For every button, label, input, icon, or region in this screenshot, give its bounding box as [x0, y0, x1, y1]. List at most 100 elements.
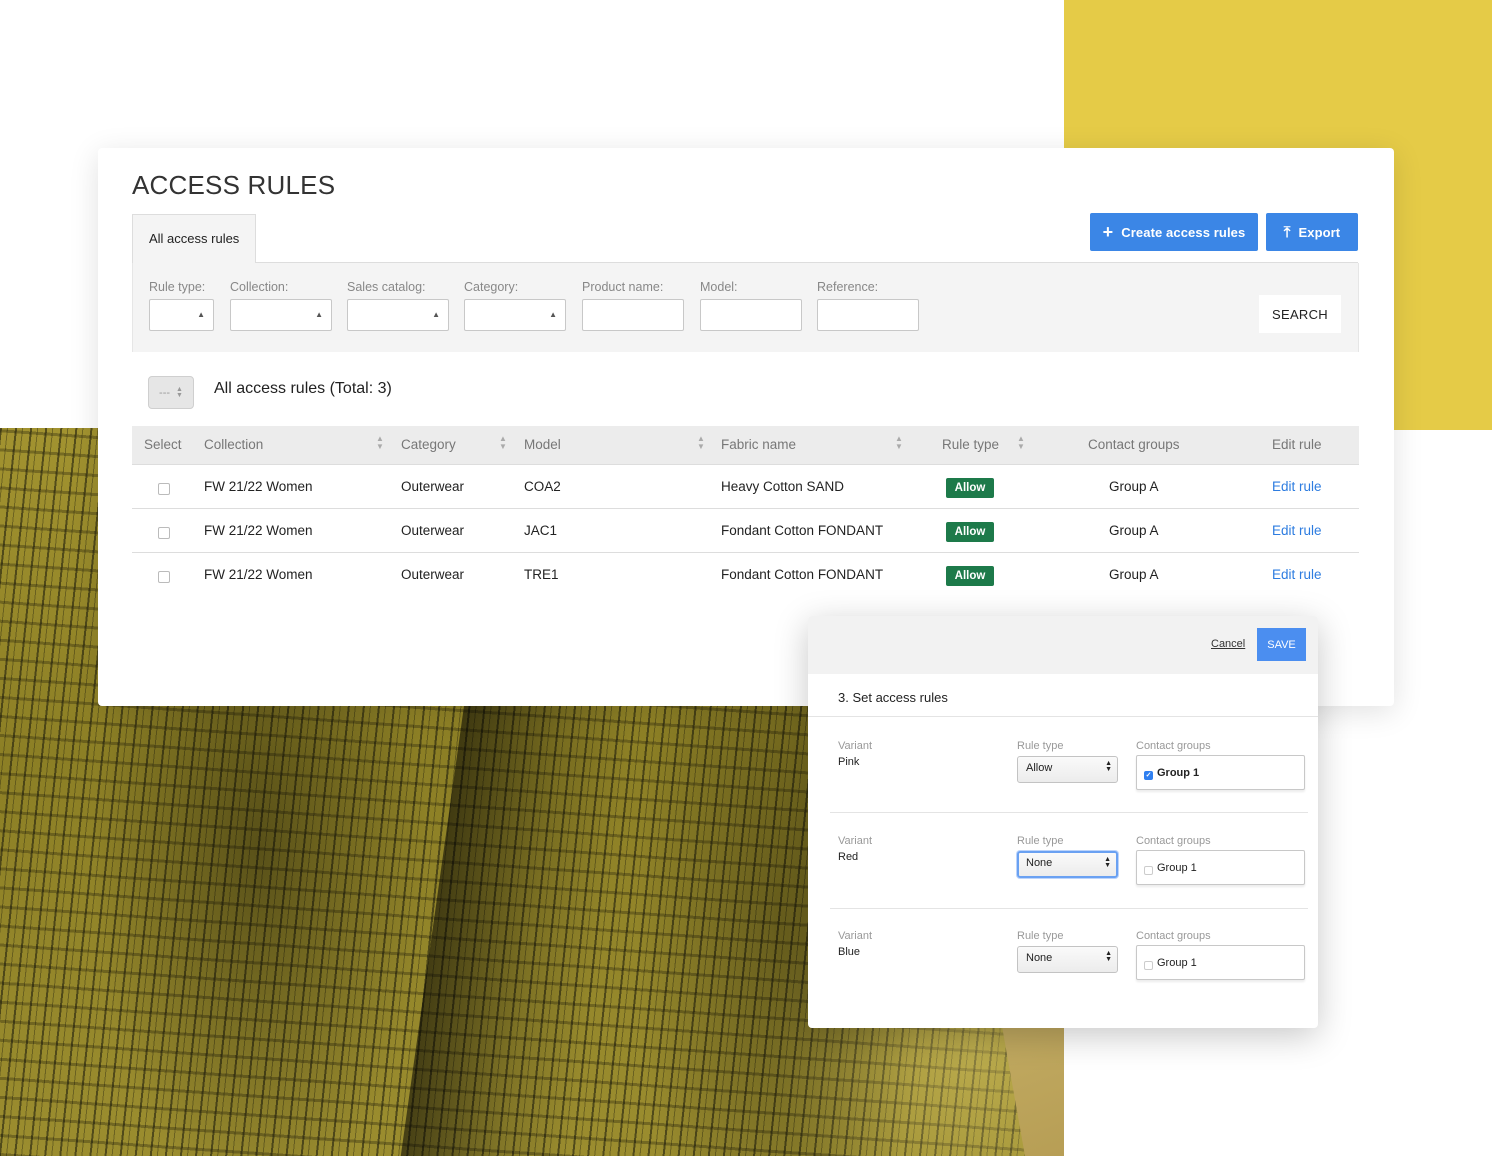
cell-contact-group: Group A [1109, 567, 1159, 582]
create-access-rules-button[interactable]: + Create access rules [1090, 213, 1258, 251]
collection-select[interactable]: ▲ [230, 299, 332, 331]
variant-value: Pink [838, 756, 860, 768]
reference-input[interactable] [817, 299, 919, 331]
sort-icon[interactable]: ▲ ▼ [1017, 435, 1025, 451]
caret-up-icon: ▲ [315, 310, 323, 319]
group-checkbox[interactable] [1144, 866, 1153, 875]
header-model[interactable]: Model [524, 437, 561, 452]
search-button[interactable]: SEARCH [1259, 295, 1341, 333]
variant-row: Variant Red Rule type Contact groups Non… [808, 817, 1318, 912]
cell-category: Outerwear [401, 479, 465, 494]
product-name-input[interactable] [582, 299, 684, 331]
sort-icon: ▲ ▼ [1104, 856, 1111, 869]
rule-type-dropdown[interactable]: Allow ▲ ▼ [1017, 756, 1118, 783]
modal-header: Cancel SAVE [808, 616, 1318, 674]
cell-model: JAC1 [524, 523, 558, 538]
table-header: Select Collection ▲ ▼ Category ▲ ▼ Model ▲… [132, 426, 1359, 465]
cell-category: Outerwear [401, 567, 465, 582]
tab-all-access-rules[interactable]: All access rules [132, 214, 256, 264]
sort-icon: ▲ ▼ [1105, 950, 1112, 963]
header-contact-groups: Contact groups [1088, 437, 1180, 452]
export-button-label: Export [1298, 224, 1341, 240]
cell-collection: FW 21/22 Women [204, 479, 313, 494]
create-button-label: Create access rules [1121, 224, 1246, 240]
filter-reference-label: Reference: [817, 280, 879, 294]
filter-rule-type-label: Rule type: [149, 280, 206, 294]
row-checkbox[interactable] [158, 571, 170, 583]
rule-type-label: Rule type [1017, 835, 1064, 847]
table-row: FW 21/22 Women Outerwear COA2 Heavy Cott… [132, 465, 1359, 509]
rule-type-dropdown[interactable]: None ▲ ▼ [1017, 946, 1118, 973]
cancel-link[interactable]: Cancel [1211, 638, 1245, 650]
bulk-select-value: --- [159, 386, 171, 399]
header-category[interactable]: Category [401, 437, 456, 452]
header-select: Select [144, 437, 182, 452]
plus-icon: + [1102, 222, 1114, 242]
edit-rule-link[interactable]: Edit rule [1272, 479, 1322, 494]
contact-groups-box[interactable]: ✓ Group 1 [1136, 755, 1305, 790]
filter-model-label: Model: [700, 280, 738, 294]
bulk-action-select[interactable]: --- ▲ ▼ [148, 376, 194, 409]
variant-label: Variant [838, 930, 873, 942]
sort-icon[interactable]: ▲ ▼ [895, 435, 903, 451]
filter-bar: Rule type: ▲ Collection: ▲ Sales catalog… [132, 263, 1359, 352]
contact-groups-box[interactable]: Group 1 [1136, 945, 1305, 980]
contact-groups-box[interactable]: Group 1 [1136, 850, 1305, 885]
variant-label: Variant [838, 740, 873, 752]
rule-type-select[interactable]: ▲ [149, 299, 214, 331]
caret-up-icon: ▲ [197, 310, 205, 319]
group-checkbox[interactable] [1144, 961, 1153, 970]
variant-row: Variant Blue Rule type Contact groups No… [808, 912, 1318, 1007]
header-rule-type[interactable]: Rule type [942, 437, 999, 452]
rule-type-value: None [1026, 952, 1053, 964]
group-label: Group 1 [1157, 957, 1197, 969]
category-select[interactable]: ▲ [464, 299, 566, 331]
sort-icon[interactable]: ▲ ▼ [376, 435, 384, 451]
sales-catalog-select[interactable]: ▲ [347, 299, 449, 331]
cell-fabric-name: Fondant Cotton FONDANT [721, 567, 884, 582]
cell-category: Outerwear [401, 523, 465, 538]
filter-rule-type: Rule type: ▲ [149, 280, 214, 331]
rule-type-label: Rule type [1017, 740, 1064, 752]
header-collection[interactable]: Collection [204, 437, 263, 452]
contact-groups-label: Contact groups [1136, 835, 1211, 847]
variant-label: Variant [838, 835, 873, 847]
edit-rule-link[interactable]: Edit rule [1272, 567, 1322, 582]
sort-icon: ▲ ▼ [176, 385, 183, 399]
export-icon: ⤒ [1283, 223, 1291, 241]
group-checkbox[interactable]: ✓ [1144, 771, 1153, 780]
filter-category: Category: ▲ [464, 280, 566, 331]
rule-type-dropdown[interactable]: None ▲ ▼ [1017, 851, 1118, 878]
sort-icon[interactable]: ▲ ▼ [697, 435, 705, 451]
row-checkbox[interactable] [158, 527, 170, 539]
contact-groups-label: Contact groups [1136, 930, 1211, 942]
sort-icon: ▲ ▼ [1105, 760, 1112, 773]
export-button[interactable]: ⤒ Export [1266, 213, 1358, 251]
fabric-fold-shadow [393, 688, 637, 1156]
modal-divider [808, 716, 1318, 717]
modal-divider [830, 908, 1308, 909]
cell-contact-group: Group A [1109, 479, 1159, 494]
edit-rule-link[interactable]: Edit rule [1272, 523, 1322, 538]
rule-type-value: None [1026, 857, 1053, 869]
caret-up-icon: ▲ [549, 310, 557, 319]
model-input[interactable] [700, 299, 802, 331]
filter-category-label: Category: [464, 280, 519, 294]
cell-contact-group: Group A [1109, 523, 1159, 538]
header-edit-rule: Edit rule [1272, 437, 1322, 452]
row-checkbox[interactable] [158, 483, 170, 495]
save-button[interactable]: SAVE [1257, 628, 1306, 661]
sort-icon[interactable]: ▲ ▼ [499, 435, 507, 451]
cell-fabric-name: Heavy Cotton SAND [721, 479, 845, 494]
variant-row: Variant Pink Rule type Contact groups Al… [808, 722, 1318, 817]
filter-sales-catalog-label: Sales catalog: [347, 280, 426, 294]
set-access-rules-modal: Cancel SAVE 3. Set access rules Variant … [808, 616, 1318, 1028]
filter-model: Model: [700, 280, 802, 331]
cell-fabric-name: Fondant Cotton FONDANT [721, 523, 884, 538]
table-row: FW 21/22 Women Outerwear TRE1 Fondant Co… [132, 553, 1359, 597]
header-fabric-name[interactable]: Fabric name [721, 437, 796, 452]
filter-collection: Collection: ▲ [230, 280, 332, 331]
total-label: All access rules (Total: 3) [214, 380, 392, 397]
group-label: Group 1 [1157, 862, 1197, 874]
rule-type-label: Rule type [1017, 930, 1064, 942]
